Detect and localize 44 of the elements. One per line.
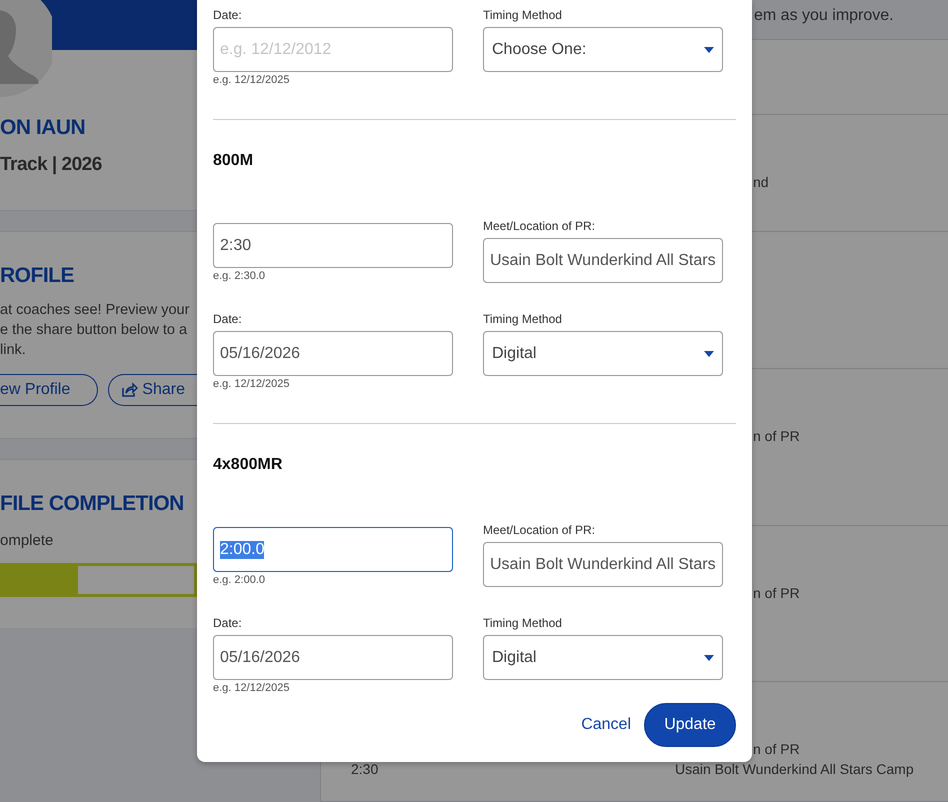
field-label: Meet/Location of PR: — [483, 219, 596, 234]
field-hint: e.g. 12/12/2025 — [213, 378, 290, 391]
caret-icon — [704, 350, 714, 356]
event-title: 800M — [213, 151, 254, 171]
profile-description: at coaches see! Preview your e the share button below to a link. — [0, 301, 190, 360]
caret-icon — [704, 46, 714, 52]
field-label: Date: — [213, 616, 243, 631]
cancel-button[interactable]: Cancel — [581, 716, 631, 734]
share-icon — [121, 382, 138, 398]
mark-field[interactable]: 2:30 — [213, 223, 453, 268]
field-label: Timing Method — [483, 312, 563, 327]
sport-year: Track | 2026 — [0, 154, 103, 176]
timing-dropdown[interactable]: Choose One: — [483, 27, 723, 72]
row-label: n of PR — [753, 428, 800, 444]
row-label: nd — [753, 174, 769, 190]
event-title: 4x800MR — [213, 455, 284, 475]
location-field[interactable]: Usain Bolt Wunderkind All Stars — [483, 542, 723, 587]
intro-text: em as you improve. — [754, 7, 894, 24]
update-button[interactable]: Update — [644, 703, 736, 747]
card-title: ROFILE — [0, 264, 75, 288]
caret-icon — [704, 654, 714, 660]
field-hint: e.g. 12/12/2025 — [213, 74, 290, 87]
row-label: n of PR — [753, 741, 800, 757]
date-field[interactable]: 05/16/2026 — [213, 331, 453, 376]
field-hint: e.g. 12/12/2025 — [213, 682, 290, 695]
completion-status: omplete — [0, 532, 54, 549]
view-profile-button[interactable]: ew Profile — [0, 374, 98, 406]
athlete-name: ON IAUN — [0, 116, 86, 140]
field-hint: e.g. 2:00.0 — [213, 574, 266, 587]
field-label: Timing Method — [483, 8, 563, 23]
mark-field[interactable]: 2:00.0 — [213, 527, 453, 572]
card-title: FILE COMPLETION — [0, 492, 185, 516]
field-label: Timing Method — [483, 616, 563, 631]
timing-dropdown[interactable]: Digital — [483, 331, 723, 376]
location-value: Usain Bolt Wunderkind All Stars Camp — [675, 761, 914, 777]
mark-value: 2:30 — [351, 761, 380, 777]
field-label: Date: — [213, 312, 243, 327]
field-label: Date: — [213, 8, 243, 23]
timing-dropdown[interactable]: Digital — [483, 635, 723, 680]
field-label: Meet/Location of PR: — [483, 523, 596, 538]
location-field[interactable]: Usain Bolt Wunderkind All Stars — [483, 238, 723, 283]
date-field[interactable]: 05/16/2026 — [213, 635, 453, 680]
field-hint: e.g. 2:30.0 — [213, 270, 266, 283]
row-label: n of PR — [753, 585, 800, 601]
